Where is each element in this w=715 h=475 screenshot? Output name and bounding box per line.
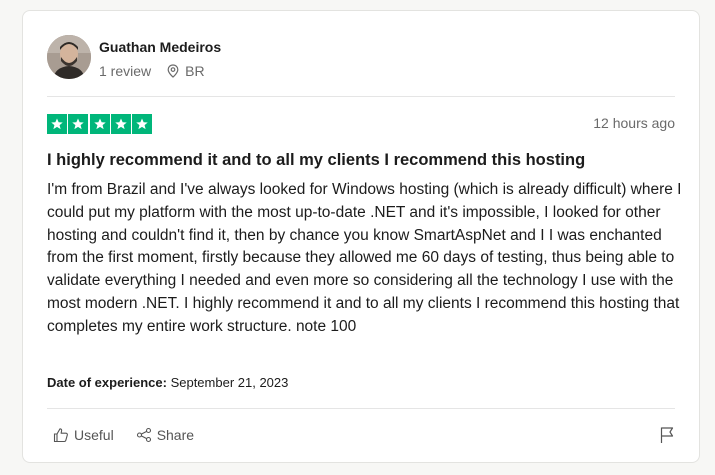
star-icon xyxy=(47,114,67,134)
date-of-experience: Date of experience: September 21, 2023 xyxy=(47,375,288,390)
review-posted-time: 12 hours ago xyxy=(593,115,675,131)
avatar-photo-icon xyxy=(47,35,91,79)
experience-date: September 21, 2023 xyxy=(170,375,289,390)
flag-icon xyxy=(660,427,674,443)
experience-label: Date of experience: xyxy=(47,375,167,390)
star-rating xyxy=(47,114,153,134)
reviewer-avatar[interactable] xyxy=(47,35,91,79)
star-icon xyxy=(89,114,110,134)
review-count: 1 review xyxy=(99,63,152,79)
thumbs-up-icon xyxy=(53,428,68,443)
star-icon xyxy=(132,114,153,134)
review-actions: Useful Share xyxy=(53,427,194,443)
country-code: BR xyxy=(185,63,205,79)
star-icon xyxy=(68,114,89,134)
useful-label: Useful xyxy=(74,427,114,443)
reviewer-name[interactable]: Guathan Medeiros xyxy=(99,38,221,56)
location-pin-icon xyxy=(167,64,179,78)
review-title[interactable]: I highly recommend it and to all my clie… xyxy=(47,149,687,171)
share-icon xyxy=(136,427,151,443)
report-flag-button[interactable] xyxy=(659,426,675,449)
footer-divider xyxy=(47,408,675,409)
useful-button[interactable]: Useful xyxy=(53,427,114,443)
header-divider xyxy=(47,96,675,97)
review-body: I'm from Brazil and I've always looked f… xyxy=(47,181,682,335)
review-card: Guathan Medeiros 1 review BR 12 hours ag… xyxy=(22,10,700,463)
share-label: Share xyxy=(156,427,195,443)
share-button[interactable]: Share xyxy=(136,427,194,443)
star-icon xyxy=(110,114,131,134)
reviewer-country: BR xyxy=(167,63,205,79)
reviewer-header: Guathan Medeiros 1 review BR xyxy=(47,35,221,79)
